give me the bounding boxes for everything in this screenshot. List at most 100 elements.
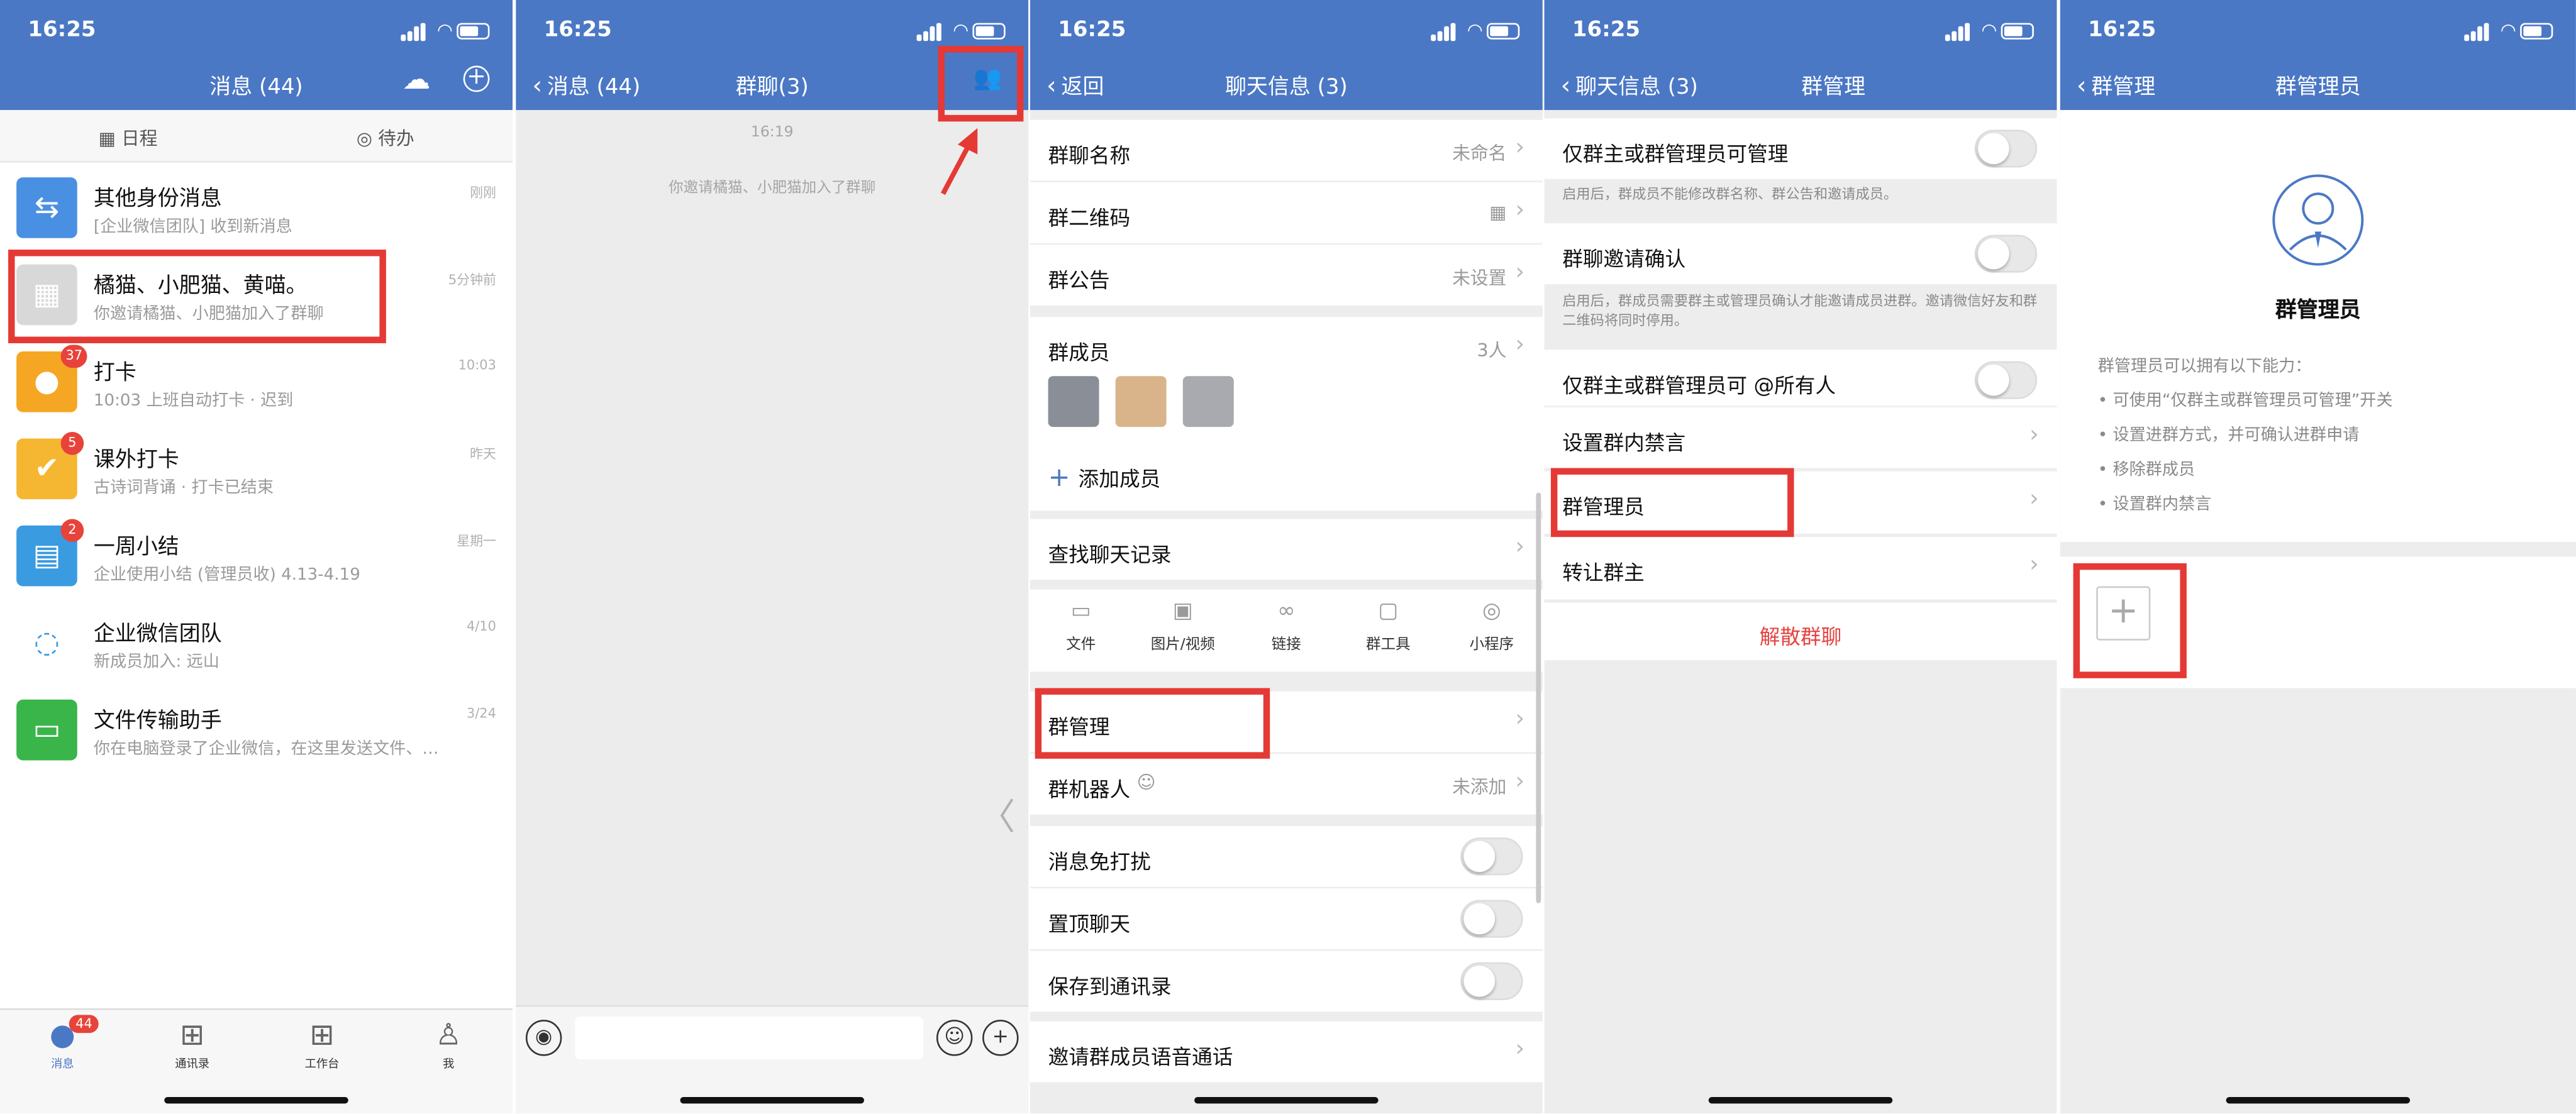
voice-call-row[interactable]: 邀请群成员语音通话 › bbox=[1030, 1021, 1543, 1083]
mute-toggle[interactable] bbox=[1460, 837, 1523, 876]
avatar[interactable] bbox=[1182, 376, 1234, 427]
ban-row[interactable]: 设置群内禁言 › bbox=[1544, 405, 2057, 468]
pin-toggle[interactable] bbox=[1460, 900, 1523, 938]
unread-badge: 37 bbox=[60, 345, 87, 368]
chevron-right-icon: › bbox=[2029, 486, 2039, 513]
home-indicator bbox=[2226, 1096, 2411, 1104]
group-manage-screen: 16:25 ◠ ‹ 聊天信息 (3) 群管理 仅群主或群管理员可管理 启用后，群成… bbox=[1544, 0, 2057, 1114]
add-icon[interactable]: + bbox=[463, 65, 490, 92]
battery-icon bbox=[457, 23, 490, 40]
chat-preview: 新成员加入: 远山 bbox=[93, 653, 219, 672]
status-icons: ◠ bbox=[1431, 21, 1520, 41]
cloud-icon[interactable]: ☁ bbox=[402, 64, 430, 97]
group-admins-screen: 16:25 ◠ ‹ 群管理 群管理员 群管理员 群管理员可以拥有以下能力： • … bbox=[2060, 0, 2576, 1114]
side-handle-icon[interactable]: 〈 bbox=[979, 788, 1016, 841]
status-icons: ◠ bbox=[916, 19, 1006, 41]
header: 16:25 ◠ ‹ 返回 聊天信息 (3) bbox=[1030, 0, 1543, 111]
dismiss-group-button[interactable]: 解散群聊 bbox=[1544, 602, 2057, 661]
emoji-icon[interactable]: ☺ bbox=[936, 1020, 973, 1056]
wifi-icon: ◠ bbox=[953, 19, 969, 41]
header: 16:25 ◠ 消息 (44) ☁ + bbox=[0, 0, 513, 111]
list-item[interactable]: ▤ 2 一周小结 企业使用小结 (管理员收) 4.13-4.19 星期一 bbox=[0, 512, 513, 599]
list-item[interactable]: ● 37 打卡 10:03 上班自动打卡 · 迟到 10:03 bbox=[0, 338, 513, 425]
chat-name: 打卡 bbox=[93, 361, 136, 386]
chat-name: 其他身份消息 bbox=[93, 187, 222, 212]
invite-confirm-row: 群聊邀请确认 bbox=[1544, 223, 2057, 284]
add-member-button[interactable]: + 添加成员 bbox=[1048, 461, 1161, 493]
tabbar-me[interactable]: ♙ 我 bbox=[399, 1018, 498, 1073]
chat-info-screen: 16:25 ◠ ‹ 返回 聊天信息 (3) 群聊名称 未命名 › 群二维码 ▦ › 群公告… bbox=[1030, 0, 1543, 1114]
unread-badge: 2 bbox=[60, 519, 84, 543]
tab-bar: ● 消息 44 ⊞ 通讯录 ⊞ 工作台 ♙ 我 bbox=[0, 1008, 513, 1114]
list-item[interactable]: ⇆ 其他身份消息 [企业微信团队] 收到新消息 刚刚 bbox=[0, 164, 513, 251]
qr-code-icon: ▦ bbox=[1489, 202, 1507, 224]
tool-links[interactable]: ∞ 链接 bbox=[1237, 599, 1336, 653]
pin-row: 置顶聊天 bbox=[1030, 888, 1543, 949]
members-section: 群成员 3人 › + 添加成员 bbox=[1030, 317, 1543, 511]
avatar: ▭ bbox=[16, 699, 77, 761]
tool-files[interactable]: ▭ 文件 bbox=[1031, 599, 1130, 653]
grid-icon: ⊞ bbox=[309, 1018, 335, 1053]
wifi-icon: ◠ bbox=[436, 19, 453, 41]
ability-item: • 移除群成员 bbox=[2097, 461, 2196, 480]
chat-name: 文件传输助手 bbox=[93, 709, 222, 734]
at-all-toggle[interactable] bbox=[1974, 361, 2038, 399]
toolbox-icon: ▢ bbox=[1378, 599, 1399, 624]
chevron-right-icon: › bbox=[1515, 768, 1525, 795]
tab-schedule[interactable]: ▦ 日程 bbox=[99, 125, 158, 152]
group-notice-row[interactable]: 群公告 未设置 › bbox=[1030, 245, 1543, 306]
tabbar-workbench[interactable]: ⊞ 工作台 bbox=[273, 1018, 372, 1073]
folder-icon: ▭ bbox=[1070, 599, 1091, 624]
unread-badge: 5 bbox=[60, 432, 84, 455]
avatar: ◌ bbox=[16, 612, 77, 674]
page-title: 消息 (44) bbox=[209, 75, 303, 101]
tabbar-messages[interactable]: ● 消息 44 bbox=[13, 1015, 112, 1073]
person-icon: ♙ bbox=[435, 1018, 462, 1053]
mini-program-icon: ◎ bbox=[1482, 599, 1501, 624]
check-circle-icon: ◎ bbox=[356, 128, 379, 150]
chat-time: 星期一 bbox=[457, 533, 496, 549]
save-contacts-toggle[interactable] bbox=[1460, 962, 1523, 1000]
plus-icon[interactable]: + bbox=[982, 1020, 1019, 1056]
invite-confirm-desc: 启用后，群成员需要群主或管理员确认才能邀请成员进群。邀请微信好友和群二维码将同时… bbox=[1562, 294, 2038, 331]
chat-preview: [企业微信团队] 收到新消息 bbox=[93, 218, 292, 237]
chevron-right-icon: › bbox=[2029, 422, 2039, 449]
group-bot-row[interactable]: 群机器人 ☺ 未添加 › bbox=[1030, 753, 1543, 815]
wifi-icon: ◠ bbox=[1981, 19, 1997, 41]
chevron-right-icon: › bbox=[1515, 533, 1525, 560]
page-title: 聊天信息 (3) bbox=[1224, 75, 1348, 101]
group-name-row[interactable]: 群聊名称 未命名 › bbox=[1030, 119, 1543, 181]
status-time: 16:25 bbox=[28, 18, 96, 43]
chat-preview: 你在电脑登录了企业微信，在这里发送文件、… bbox=[93, 741, 439, 759]
tool-group-tools[interactable]: ▢ 群工具 bbox=[1339, 599, 1438, 653]
invite-confirm-toggle[interactable] bbox=[1974, 234, 2038, 273]
status-time: 16:25 bbox=[543, 18, 612, 43]
search-history-row[interactable]: 查找聊天记录 › bbox=[1030, 519, 1543, 580]
tab-todo[interactable]: ◎ 待办 bbox=[357, 125, 414, 152]
list-item[interactable]: ◌ 企业微信团队 新成员加入: 远山 4/10 bbox=[0, 599, 513, 686]
tool-media[interactable]: ▣ 图片/视频 bbox=[1133, 599, 1232, 653]
calendar-icon: ▦ bbox=[98, 128, 122, 150]
highlight-box bbox=[938, 46, 1024, 122]
chat-time: 昨天 bbox=[470, 446, 496, 462]
admin-only-row: 仅群主或群管理员可管理 bbox=[1544, 118, 2057, 179]
status-bar: 16:25 ◠ bbox=[1544, 0, 2057, 59]
voice-icon[interactable]: ◉ bbox=[525, 1020, 562, 1056]
qr-code-row[interactable]: 群二维码 ▦ › bbox=[1030, 182, 1543, 243]
at-all-row: 仅群主或群管理员可 @所有人 bbox=[1544, 350, 2057, 411]
avatar[interactable] bbox=[1048, 376, 1099, 427]
group-chat-screen: 16:25 ◠ ‹ 消息 (44) 群聊(3) 👥 16:19 你邀请橘猫、小肥猫… bbox=[516, 0, 1029, 1114]
list-item[interactable]: ✔ 5 课外打卡 古诗词背诵 · 打卡已结束 昨天 bbox=[0, 426, 513, 512]
scrollbar[interactable] bbox=[1536, 492, 1541, 903]
message-input[interactable] bbox=[575, 1016, 924, 1059]
home-indicator bbox=[1194, 1096, 1379, 1104]
transfer-owner-row[interactable]: 转让群主 › bbox=[1544, 537, 2057, 600]
avatar[interactable] bbox=[1115, 376, 1167, 427]
admin-only-toggle[interactable] bbox=[1974, 130, 2038, 168]
mute-row: 消息免打扰 bbox=[1030, 825, 1543, 887]
list-item[interactable]: ▭ 文件传输助手 你在电脑登录了企业微信，在这里发送文件、… 3/24 bbox=[0, 687, 513, 773]
tool-mini-program[interactable]: ◎ 小程序 bbox=[1443, 599, 1541, 653]
battery-icon bbox=[972, 23, 1006, 40]
tabbar-contacts[interactable]: ⊞ 通讯录 bbox=[143, 1019, 242, 1073]
message-time: 16:19 bbox=[750, 124, 794, 141]
